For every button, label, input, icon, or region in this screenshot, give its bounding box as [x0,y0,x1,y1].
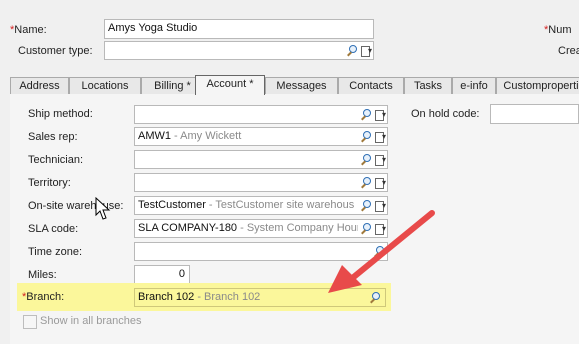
sales-rep-field[interactable]: AMW1 - Amy Wickett [134,127,388,146]
search-icon[interactable] [360,176,372,189]
search-icon[interactable] [360,153,372,166]
technician-field[interactable] [134,150,388,169]
tab-e-info[interactable]: e-info [452,77,496,94]
branch-label: *Branch: [22,291,65,303]
technician-label: Technician: [28,154,84,166]
num-label: *Num [544,24,572,36]
document-dropdown-icon[interactable] [374,131,386,143]
territory-field[interactable] [134,173,388,192]
territory-label: Territory: [28,177,71,189]
show-all-branches-checkbox[interactable] [23,315,37,329]
ship-method-label: Ship method: [28,108,93,120]
document-dropdown-icon[interactable] [360,45,372,57]
sales-rep-label: Sales rep: [28,131,78,143]
document-dropdown-icon[interactable] [374,177,386,189]
search-icon[interactable] [360,130,372,143]
ship-method-field[interactable] [134,105,388,124]
name-field[interactable]: Amys Yoga Studio [104,19,374,39]
customer-type-label: Customer type: [18,45,93,57]
tab-address[interactable]: Address [10,77,69,94]
on-hold-code-field[interactable] [490,104,579,124]
miles-label: Miles: [28,269,57,281]
tab-locations[interactable]: Locations [69,77,141,94]
tab-contacts[interactable]: Contacts [338,77,404,94]
search-icon[interactable] [360,108,372,121]
customer-type-field[interactable] [104,41,374,60]
name-label: *Name: [10,24,47,36]
miles-field[interactable]: 0 [134,265,190,284]
show-all-branches-label: Show in all branches [40,315,142,327]
annotation-arrow-icon [328,210,435,293]
tab-tasks[interactable]: Tasks [404,77,452,94]
created-label: Crea [558,45,579,57]
search-icon[interactable] [346,44,358,57]
on-hold-code-label: On hold code: [411,108,480,120]
tab-messages[interactable]: Messages [265,77,338,94]
tab-custom-properties[interactable]: Customproperti [496,77,579,94]
tab-account[interactable]: Account * [195,75,265,95]
document-dropdown-icon[interactable] [374,154,386,166]
mouse-cursor-icon [95,197,111,220]
time-zone-label: Time zone: [28,246,83,258]
document-dropdown-icon[interactable] [374,109,386,121]
sla-code-label: SLA code: [28,223,79,235]
